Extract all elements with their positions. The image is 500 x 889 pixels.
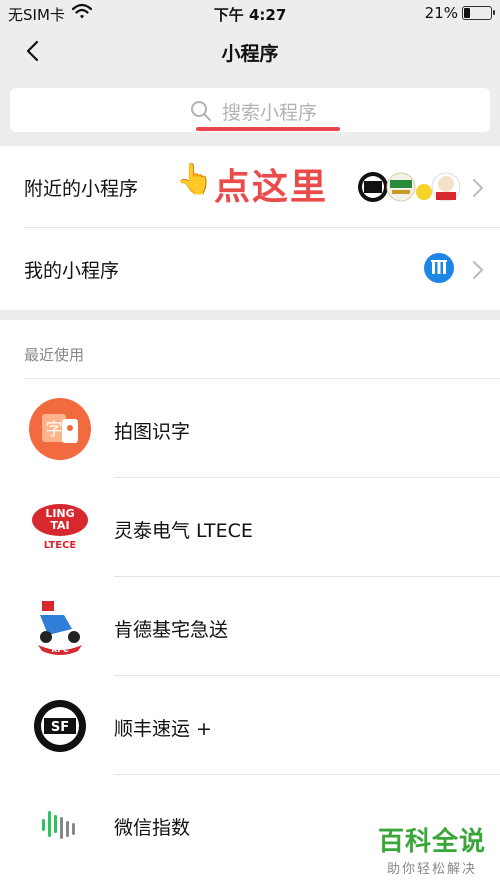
list-item[interactable]: KFC 肯德基宅急送 bbox=[0, 577, 500, 676]
svg-text:字: 字 bbox=[46, 420, 63, 440]
battery-percent: 21% bbox=[424, 4, 458, 22]
list-item[interactable]: 字 拍图识字 bbox=[0, 379, 500, 478]
menu-list: 附近的小程序 👆 点这里 我的小程序 bbox=[0, 146, 500, 310]
my-label: 我的小程序 bbox=[24, 260, 120, 282]
svg-text:KFC: KFC bbox=[51, 645, 69, 654]
chevron-right-icon bbox=[472, 178, 484, 202]
list-item[interactable]: LING TAI LTECE 灵泰电气 LTECE bbox=[0, 478, 500, 577]
svg-text:SF: SF bbox=[51, 720, 69, 735]
nearby-thumbnails bbox=[356, 168, 461, 206]
hint-text: 点这里 bbox=[214, 167, 329, 208]
status-bar: 无SIM卡 下午 4:27 21% bbox=[0, 0, 500, 26]
list-item-label: 肯德基宅急送 bbox=[114, 619, 229, 641]
search-input[interactable]: 搜索小程序 bbox=[10, 88, 490, 132]
sf-express-logo: SF bbox=[28, 694, 92, 758]
list-item-label: 拍图识字 bbox=[114, 421, 191, 443]
nav-bar: 小程序 bbox=[0, 26, 500, 78]
watermark-title: 百科全说 bbox=[377, 827, 486, 857]
nearby-label: 附近的小程序 bbox=[24, 178, 139, 200]
photo-text-icon: 字 bbox=[28, 397, 92, 461]
recent-heading: 最近使用 bbox=[24, 346, 85, 364]
battery-icon bbox=[462, 6, 495, 20]
list-item-label: 顺丰速运 + bbox=[114, 718, 212, 740]
kfc-delivery-logo: KFC bbox=[28, 595, 92, 659]
nearby-mini-programs-row[interactable]: 附近的小程序 👆 点这里 bbox=[0, 146, 500, 228]
chevron-right-icon bbox=[472, 260, 484, 284]
search-icon bbox=[190, 100, 212, 126]
list-item[interactable]: SF 顺丰速运 + bbox=[0, 676, 500, 775]
search-placeholder: 搜索小程序 bbox=[222, 102, 318, 124]
highlight-underline bbox=[196, 127, 340, 131]
svg-text:TAI: TAI bbox=[50, 519, 69, 532]
watermark-subtitle: 助你轻松解决 bbox=[386, 862, 477, 877]
lingtai-logo: LING TAI LTECE bbox=[28, 496, 92, 560]
svg-text:LTECE: LTECE bbox=[44, 540, 77, 551]
recent-section: 最近使用 字 拍图识字 LING TAI LTECE 灵泰电气 LTECE KF… bbox=[0, 320, 500, 889]
page-title: 小程序 bbox=[221, 43, 279, 65]
my-programs-icon bbox=[424, 253, 454, 283]
my-mini-programs-row[interactable]: 我的小程序 bbox=[0, 228, 500, 310]
watermark: 百科全说 助你轻松解决 bbox=[378, 821, 486, 877]
list-item-label: 灵泰电气 LTECE bbox=[114, 520, 253, 542]
wechat-index-logo bbox=[28, 793, 92, 857]
pointing-hand-icon: 👆 bbox=[176, 162, 214, 197]
list-item-label: 微信指数 bbox=[114, 817, 191, 839]
